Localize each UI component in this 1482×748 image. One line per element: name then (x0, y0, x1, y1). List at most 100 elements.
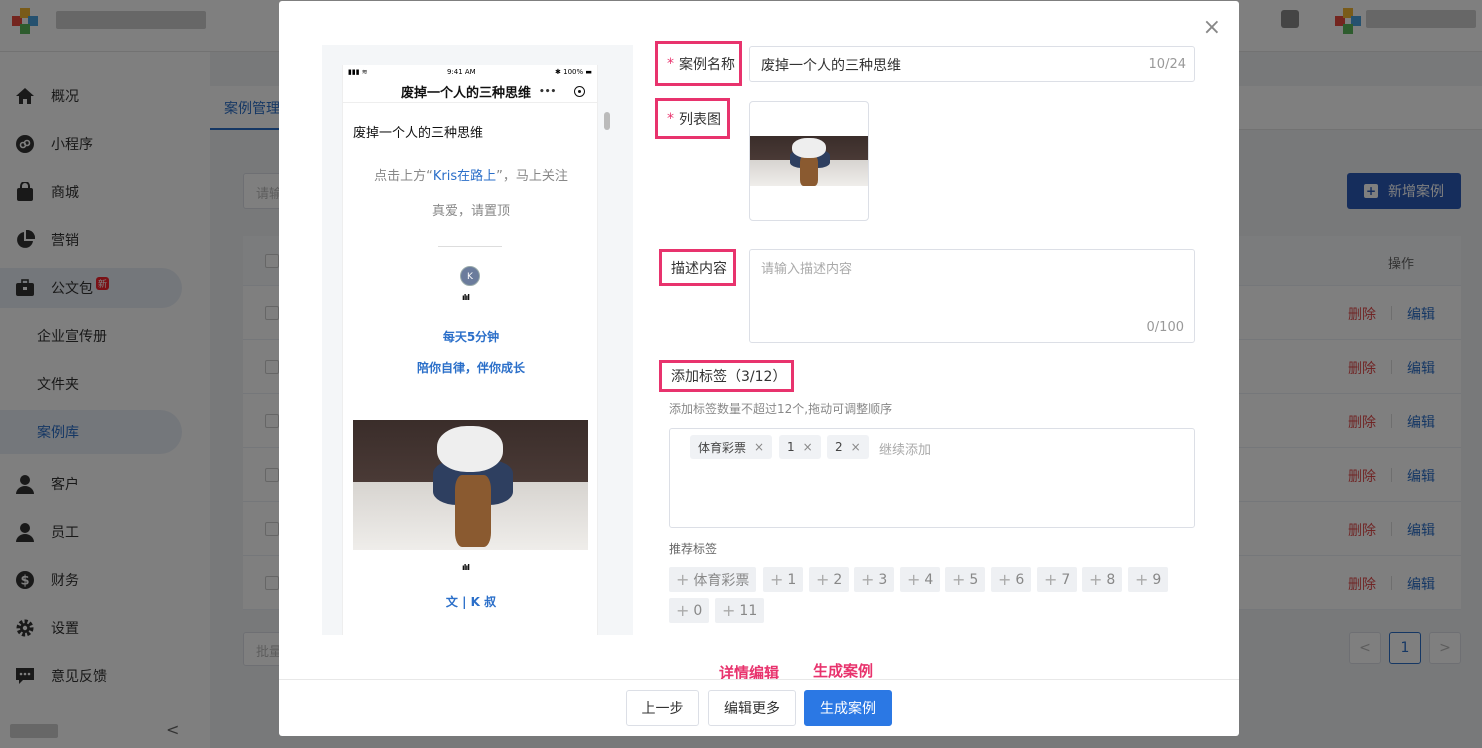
case-name-input[interactable]: 废掉一个人的三种思维 10/24 (749, 46, 1195, 82)
plus-icon: + (1135, 570, 1149, 589)
tag-chip-label: 1 (787, 440, 795, 454)
tag-input-box[interactable]: 体育彩票 × 1 × 2 × 继续添加 (669, 428, 1195, 528)
tag-chip[interactable]: 1 × (779, 435, 821, 459)
preview-follow-suffix: ”，马上关注 (496, 169, 568, 184)
audio-wave-icon: ılıl (462, 293, 470, 302)
plus-icon: + (952, 570, 966, 589)
case-name-label: * 案例名称 (655, 41, 742, 86)
close-icon[interactable]: × (1203, 17, 1221, 39)
recommended-tag[interactable]: +4 (900, 567, 941, 592)
recommended-tag[interactable]: +7 (1037, 567, 1078, 592)
list-image-label: * 列表图 (655, 98, 730, 139)
case-name-counter: 10/24 (1148, 57, 1186, 72)
recommended-tag[interactable]: +3 (854, 567, 895, 592)
preview-follow-line: 点击上方“Kris在路上”，马上关注 (343, 165, 597, 184)
tag-chip-label: 体育彩票 (698, 440, 747, 455)
tag-chip-label: 2 (835, 440, 843, 454)
recommended-tag[interactable]: +5 (945, 567, 986, 592)
plus-icon: + (816, 570, 830, 589)
case-name-label-text: 案例名称 (679, 56, 735, 73)
plus-icon: + (1089, 570, 1103, 589)
preview-article-title: 废掉一个人的三种思维 (353, 126, 484, 141)
description-label-text: 描述内容 (671, 260, 727, 277)
divider (438, 246, 502, 247)
recommended-tag[interactable]: +1 (763, 567, 804, 592)
plus-icon: + (907, 570, 921, 589)
edit-more-button[interactable]: 编辑更多 (708, 690, 796, 726)
plus-icon: + (861, 570, 875, 589)
tag-continue-input[interactable]: 继续添加 (879, 439, 931, 458)
recommended-tags-title: 推荐标签 (669, 542, 718, 556)
preview-avatar: K (460, 266, 480, 286)
target-icon (574, 86, 585, 97)
description-placeholder: 请输入描述内容 (761, 262, 853, 277)
preview-nav-title: 废掉一个人的三种思维 (401, 86, 532, 101)
preview-author: 文 | K 叔 (445, 595, 497, 609)
list-image-label-text: 列表图 (679, 111, 721, 128)
recommended-tag-label: 6 (1015, 571, 1025, 588)
audio-wave-icon: ılıl (462, 563, 470, 572)
list-image-thumbnail (750, 136, 868, 186)
remove-tag-icon[interactable]: × (803, 440, 813, 454)
signal-icon: ▮▮▮ ≋ (348, 68, 368, 76)
recommended-tag[interactable]: +9 (1128, 567, 1169, 592)
preview-scrollbar[interactable] (604, 112, 610, 130)
create-case-dialog: × ▮▮▮ ≋ 9:41 AM ✱ 100% ▬ 废掉一个人的三种思维 ••• … (279, 1, 1239, 736)
more-icon: ••• (539, 87, 557, 97)
remove-tag-icon[interactable]: × (754, 440, 764, 454)
recommended-tag-label: 1 (787, 571, 797, 588)
battery-status: ✱ 100% ▬ (555, 68, 592, 76)
recommended-tag[interactable]: +2 (809, 567, 850, 592)
recommended-tag-label: 9 (1152, 571, 1162, 588)
required-mark: * (667, 55, 674, 72)
add-tags-label-text: 添加标签（3/12） (671, 369, 787, 385)
preview-follow-prefix: 点击上方“ (374, 169, 433, 184)
phone-preview: ▮▮▮ ≋ 9:41 AM ✱ 100% ▬ 废掉一个人的三种思维 ••• 废掉… (342, 65, 598, 635)
description-label: 描述内容 (659, 249, 736, 286)
add-tags-label: 添加标签（3/12） (659, 360, 794, 392)
recommended-tag-label: 7 (1061, 571, 1071, 588)
plus-icon: + (676, 570, 690, 589)
preview-slogan-1: 每天5分钟 (442, 330, 500, 344)
remove-tag-icon[interactable]: × (851, 440, 861, 454)
list-image-upload[interactable] (749, 101, 869, 221)
phone-status-bar: ▮▮▮ ≋ 9:41 AM ✱ 100% ▬ (343, 65, 597, 79)
preview-pin-line: 真爱，请置顶 (431, 204, 510, 219)
preview-slogan-2: 陪你自律，伴你成长 (416, 361, 525, 375)
plus-icon: + (676, 601, 690, 620)
recommended-tag[interactable]: +11 (715, 598, 765, 623)
recommended-tag-label: 5 (969, 571, 979, 588)
plus-icon: + (722, 601, 736, 620)
generate-case-button[interactable]: 生成案例 (804, 690, 892, 726)
plus-icon: + (770, 570, 784, 589)
tags-hint: 添加标签数量不超过12个,拖动可调整顺序 (669, 402, 893, 416)
recommended-tag[interactable]: +0 (669, 598, 710, 623)
plus-icon: + (998, 570, 1012, 589)
annotation-generate: 生成案例 (813, 662, 874, 680)
dialog-footer-divider (279, 679, 1239, 680)
phone-nav-bar: 废掉一个人的三种思维 ••• (343, 79, 597, 103)
recommended-tag-label: 2 (833, 571, 843, 588)
recommended-tag[interactable]: + 体育彩票 (669, 567, 757, 592)
case-name-value: 废掉一个人的三种思维 (761, 58, 901, 74)
recommended-tag-label: 11 (739, 602, 758, 619)
article-preview-panel: ▮▮▮ ≋ 9:41 AM ✱ 100% ▬ 废掉一个人的三种思维 ••• 废掉… (322, 45, 633, 635)
description-counter: 0/100 (1146, 320, 1184, 335)
preview-account-link: Kris在路上 (432, 169, 497, 184)
preview-article-image (353, 420, 588, 550)
prev-step-button[interactable]: 上一步 (626, 690, 699, 726)
recommended-tag-label: 0 (693, 602, 703, 619)
recommended-tag-label: 3 (878, 571, 888, 588)
recommended-tag[interactable]: +8 (1082, 567, 1123, 592)
battery-level: 100% (563, 68, 584, 76)
tag-chip[interactable]: 2 × (827, 435, 869, 459)
required-mark: * (667, 110, 674, 127)
recommended-tag[interactable]: +6 (991, 567, 1032, 592)
recommended-tag-label: 8 (1106, 571, 1116, 588)
description-textarea[interactable]: 请输入描述内容 0/100 (749, 249, 1195, 343)
phone-time: 9:41 AM (446, 68, 476, 76)
recommended-tag-label: 4 (924, 571, 934, 588)
tag-chip[interactable]: 体育彩票 × (690, 435, 773, 459)
plus-icon: + (1044, 570, 1058, 589)
recommended-tag-label: 体育彩票 (693, 572, 750, 589)
